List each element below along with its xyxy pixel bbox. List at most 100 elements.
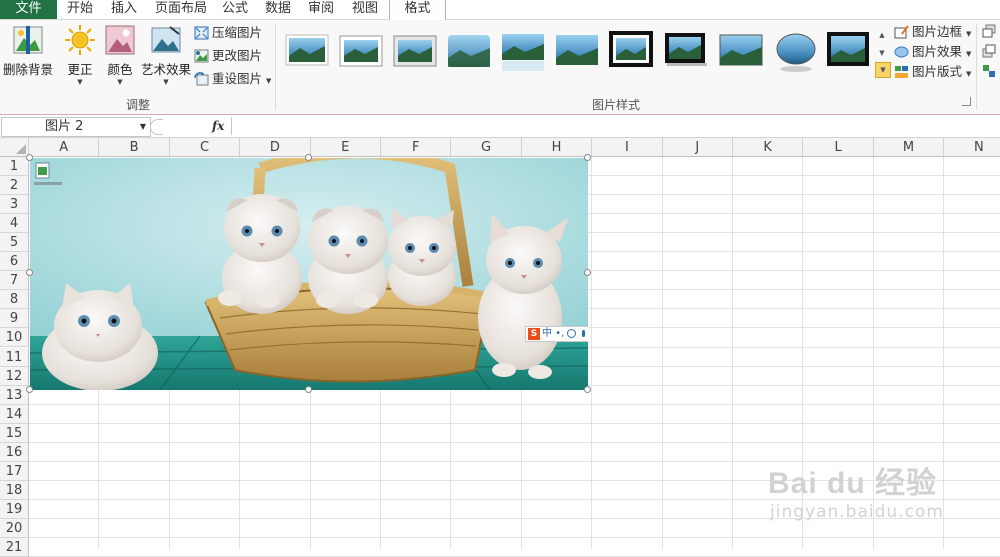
- tab-insert[interactable]: 插入: [104, 0, 144, 19]
- row-header[interactable]: 4: [0, 214, 29, 234]
- picture-border-button[interactable]: 图片边框 ▼: [894, 22, 971, 42]
- formula-input[interactable]: [231, 117, 1000, 135]
- remove-background-label: 删除背景: [2, 62, 53, 77]
- picture-style-2[interactable]: [339, 35, 383, 67]
- send-backward-icon[interactable]: [982, 44, 996, 58]
- compress-pictures-button[interactable]: 压缩图片: [194, 23, 262, 43]
- chevron-down-icon[interactable]: ▼: [140, 118, 146, 136]
- column-header[interactable]: K: [733, 138, 804, 157]
- tab-file[interactable]: 文件: [0, 0, 57, 19]
- resize-handle-right[interactable]: [584, 269, 591, 276]
- row-header[interactable]: 7: [0, 271, 29, 291]
- bring-forward-icon[interactable]: [982, 24, 996, 38]
- row-header[interactable]: 2: [0, 176, 29, 196]
- corrections-button[interactable]: 更正 ▼: [62, 24, 98, 86]
- tab-formulas[interactable]: 公式: [215, 0, 255, 19]
- style-thumbnails: [285, 31, 869, 72]
- resize-handle-bottom[interactable]: [305, 386, 312, 393]
- row-header[interactable]: 6: [0, 252, 29, 272]
- column-header[interactable]: M: [873, 138, 945, 157]
- group-divider: [976, 24, 977, 110]
- row-header[interactable]: 5: [0, 233, 29, 253]
- gallery-scroll-up-button[interactable]: ▲: [875, 26, 889, 44]
- column-header[interactable]: D: [240, 138, 311, 157]
- adjust-group-label: 调整: [126, 98, 151, 112]
- picture-style-10[interactable]: [776, 33, 816, 72]
- column-header[interactable]: F: [381, 138, 452, 157]
- gallery-scroll-down-button[interactable]: ▼: [875, 44, 889, 62]
- column-header[interactable]: H: [521, 138, 593, 157]
- chevron-down-icon: ▼: [77, 78, 83, 86]
- change-picture-button[interactable]: 更改图片: [194, 46, 262, 66]
- row-header[interactable]: 3: [0, 195, 29, 215]
- picture-style-7[interactable]: [609, 31, 653, 67]
- resize-handle-left[interactable]: [26, 269, 33, 276]
- picture-style-4[interactable]: [448, 35, 490, 67]
- picture-effects-button[interactable]: 图片效果 ▼: [894, 42, 971, 62]
- column-header[interactable]: N: [944, 138, 1000, 157]
- picture-style-1[interactable]: [285, 34, 329, 66]
- reset-picture-button[interactable]: 重设图片 ▼: [194, 69, 271, 89]
- row-header[interactable]: 10: [0, 328, 29, 348]
- row-header[interactable]: 18: [0, 480, 29, 500]
- row-header[interactable]: 12: [0, 366, 29, 386]
- column-header[interactable]: E: [310, 138, 381, 157]
- column-header[interactable]: I: [592, 138, 663, 157]
- tab-home[interactable]: 开始: [60, 0, 100, 19]
- tab-view[interactable]: 视图: [344, 0, 386, 19]
- tab-review[interactable]: 审阅: [301, 0, 341, 19]
- row-header[interactable]: 20: [0, 518, 29, 538]
- emoji-icon: [567, 328, 577, 338]
- row-header[interactable]: 15: [0, 423, 29, 443]
- picture-style-5[interactable]: [502, 34, 544, 71]
- resize-handle-top-right[interactable]: [584, 154, 591, 161]
- chevron-down-icon: ▼: [966, 50, 972, 58]
- insert-function-icon[interactable]: fx: [212, 117, 224, 135]
- row-header[interactable]: 17: [0, 461, 29, 481]
- row-header[interactable]: 8: [0, 290, 29, 310]
- resize-handle-top-left[interactable]: [26, 154, 33, 161]
- color-picture-icon: [105, 25, 135, 55]
- color-button[interactable]: 颜色 ▼: [103, 24, 137, 86]
- artistic-effects-button[interactable]: 艺术效果 ▼: [141, 24, 191, 86]
- column-header[interactable]: B: [99, 138, 170, 157]
- dialog-launcher-icon[interactable]: [962, 97, 971, 106]
- picture-layout-button[interactable]: 图片版式 ▼: [894, 62, 971, 82]
- row-header[interactable]: 9: [0, 309, 29, 329]
- tab-page-layout[interactable]: 页面布局: [150, 0, 212, 19]
- row-header[interactable]: 19: [0, 499, 29, 519]
- tab-format[interactable]: 格式: [389, 0, 446, 21]
- gallery-more-button[interactable]: ▼: [875, 62, 891, 78]
- inserted-picture[interactable]: S中 •,: [30, 158, 588, 390]
- column-header[interactable]: L: [803, 138, 874, 157]
- row-header[interactable]: 21: [0, 538, 29, 557]
- row-header[interactable]: 14: [0, 404, 29, 424]
- resize-handle-top[interactable]: [305, 154, 312, 161]
- name-box[interactable]: 图片 2 ▼: [1, 117, 151, 137]
- picture-style-8[interactable]: [665, 33, 707, 66]
- picture-style-3[interactable]: [393, 35, 437, 67]
- ime-toolbar[interactable]: S中 •,: [525, 326, 588, 342]
- chevron-down-icon: ▼: [966, 70, 972, 78]
- picture-style-9[interactable]: [719, 34, 763, 66]
- row-header[interactable]: 11: [0, 347, 29, 367]
- select-all-corner[interactable]: [0, 138, 29, 157]
- picture-style-6[interactable]: [556, 35, 598, 65]
- chevron-down-icon: ▼: [117, 78, 123, 86]
- row-header[interactable]: 1: [0, 157, 29, 176]
- tab-data[interactable]: 数据: [258, 0, 298, 19]
- column-header[interactable]: G: [451, 138, 522, 157]
- formula-bar-resize[interactable]: [150, 119, 163, 135]
- corrections-label: 更正: [67, 62, 93, 77]
- baidu-watermark-logo: Bai du 经验: [768, 467, 938, 500]
- column-header[interactable]: A: [29, 138, 100, 157]
- row-header[interactable]: 16: [0, 442, 29, 462]
- resize-handle-bottom-left[interactable]: [26, 386, 33, 393]
- column-header[interactable]: J: [662, 138, 733, 157]
- column-header[interactable]: C: [169, 138, 241, 157]
- row-header[interactable]: 13: [0, 385, 29, 405]
- picture-style-11[interactable]: [827, 32, 869, 66]
- remove-background-button[interactable]: 删除背景: [2, 24, 54, 78]
- selection-pane-icon[interactable]: [982, 64, 996, 78]
- resize-handle-bottom-right[interactable]: [584, 386, 591, 393]
